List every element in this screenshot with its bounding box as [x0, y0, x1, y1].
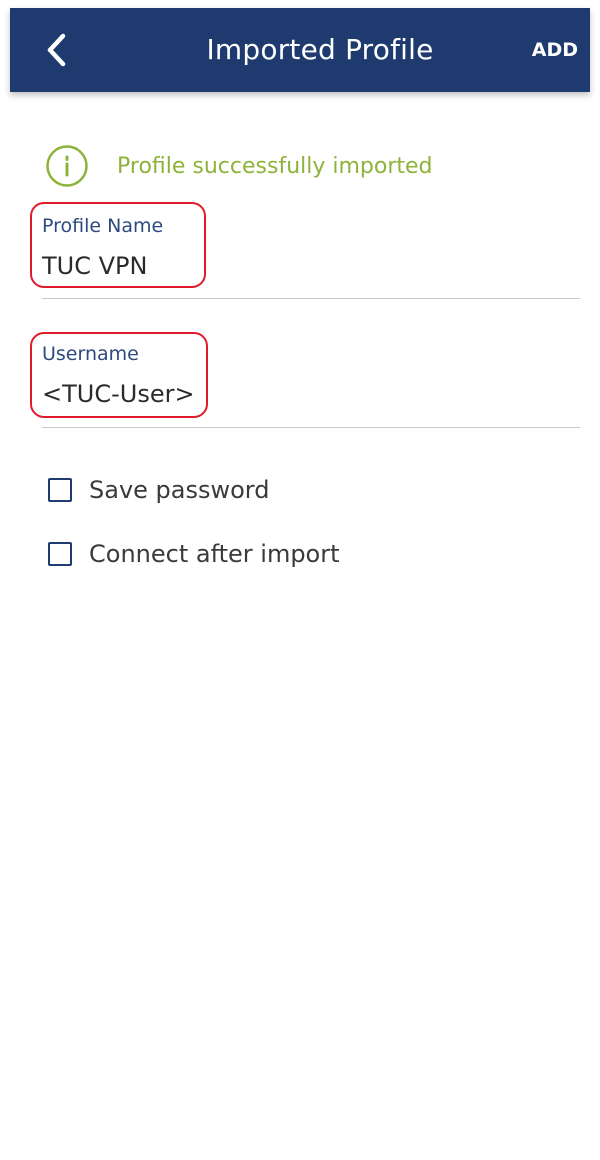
profile-name-underline	[42, 298, 580, 299]
import-success-notice: Profile successfully imported	[45, 143, 433, 189]
chevron-left-icon	[47, 33, 66, 67]
back-button[interactable]	[40, 30, 80, 70]
add-button[interactable]: ADD	[532, 8, 578, 92]
username-field[interactable]: Username <TUC-User>	[42, 340, 580, 432]
save-password-label: Save password	[89, 476, 270, 504]
connect-after-import-label: Connect after import	[89, 540, 340, 568]
save-password-option[interactable]: Save password	[48, 473, 269, 507]
profile-name-field[interactable]: Profile Name TUC VPN	[42, 210, 580, 302]
page-title: Imported Profile	[206, 33, 434, 66]
username-underline	[42, 427, 580, 428]
username-label: Username	[42, 343, 139, 365]
connect-after-import-option[interactable]: Connect after import	[48, 537, 340, 571]
app-bar: Imported Profile ADD	[10, 8, 590, 92]
info-icon	[46, 145, 88, 187]
connect-after-import-checkbox[interactable]	[48, 542, 72, 566]
profile-name-label: Profile Name	[42, 215, 164, 237]
save-password-checkbox[interactable]	[48, 478, 72, 502]
username-input[interactable]: <TUC-User>	[42, 380, 195, 408]
success-message: Profile successfully imported	[117, 153, 433, 179]
profile-name-input[interactable]: TUC VPN	[42, 252, 147, 280]
